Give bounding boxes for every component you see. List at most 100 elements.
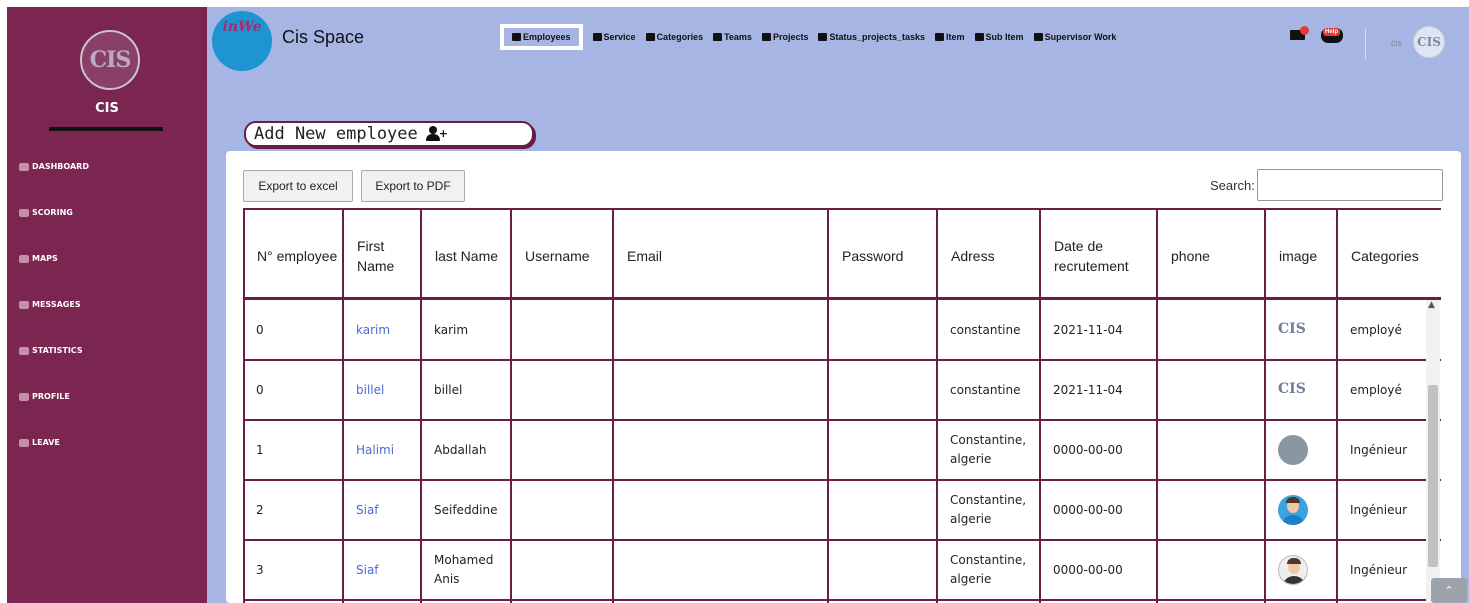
cell-date: 0000-00-00 — [1053, 502, 1123, 517]
table-row: 0 billel billel constantine 2021-11-04 CIS emp… — [243, 361, 1441, 421]
nav-label: Supervisor Work — [1044, 32, 1117, 42]
cell-username — [511, 481, 613, 539]
cell-phone — [1157, 481, 1265, 539]
cell-num: 0 — [256, 382, 264, 397]
cell-date: 0000-00-00 — [1053, 562, 1123, 577]
messages-icon[interactable] — [1290, 26, 1309, 40]
cell-adress: Constantine, algerie — [950, 553, 1027, 586]
cell-date: 2021-11-04 — [1053, 322, 1123, 337]
nav-label: Projects — [772, 32, 809, 42]
export-pdf-button[interactable]: Export to PDF — [361, 170, 465, 202]
col-header-email[interactable]: Email — [613, 210, 828, 302]
cis-logo-image: CIS — [1278, 381, 1306, 398]
sidebar-item-statistics[interactable]: STATISTICS — [19, 346, 83, 355]
cell-num: 3 — [256, 562, 264, 577]
help-label: Help — [1323, 28, 1341, 36]
nav-label: Categories — [656, 32, 704, 42]
nav-status-projects-tasks[interactable]: Status_projects_tasks — [818, 32, 925, 42]
cell-password — [828, 421, 937, 479]
nav-sub-item[interactable]: Sub Item — [974, 32, 1024, 42]
avatar-image — [1278, 555, 1308, 585]
cell-first[interactable]: Siaf — [343, 541, 421, 599]
nav-label: Service — [603, 32, 636, 42]
col-header-last-name[interactable]: last Name — [421, 210, 511, 302]
cell-email — [613, 541, 828, 599]
cell-phone — [1157, 301, 1265, 359]
nav-teams[interactable]: Teams — [713, 32, 752, 42]
add-employee-button[interactable]: Add New employee + — [244, 121, 534, 147]
employee-photo — [1278, 435, 1308, 465]
col-header-adress[interactable]: Adress — [937, 210, 1040, 302]
col-header-date[interactable]: Date de recrutement — [1040, 210, 1157, 302]
nav-supervisor-work[interactable]: Supervisor Work — [1033, 32, 1117, 42]
cell-last: Mohamed Anis — [434, 553, 494, 586]
leave-icon — [19, 438, 29, 447]
map-icon — [19, 254, 29, 263]
export-excel-button[interactable]: Export to excel — [243, 170, 353, 202]
scroll-to-top-button[interactable]: ⌃ — [1431, 578, 1467, 603]
scrollbar-thumb[interactable] — [1428, 385, 1438, 567]
avatar-image — [1278, 495, 1308, 525]
sidebar: CIS CIS DASHBOARD SCORING MAPS MESSAGES … — [7, 7, 207, 603]
sidebar-item-leave[interactable]: LEAVE — [19, 438, 60, 447]
cell-username — [511, 541, 613, 599]
col-header-categories[interactable]: Categories — [1337, 210, 1441, 302]
user-icon — [1033, 33, 1043, 41]
search-input[interactable] — [1257, 169, 1443, 201]
cell-username — [511, 361, 613, 419]
nav-service[interactable]: Service — [592, 32, 636, 42]
sidebar-item-messages[interactable]: MESSAGES — [19, 300, 81, 309]
cell-phone — [1157, 421, 1265, 479]
nav-categories[interactable]: Categories — [645, 32, 704, 42]
col-header-username[interactable]: Username — [511, 210, 613, 302]
checklist-icon — [935, 33, 945, 41]
col-header-phone[interactable]: phone — [1157, 210, 1265, 302]
col-header-first-name[interactable]: First Name — [343, 210, 421, 302]
cell-date: 0000-00-00 — [1053, 442, 1123, 457]
sidebar-divider — [49, 127, 163, 131]
sidebar-item-maps[interactable]: MAPS — [19, 254, 58, 263]
cell-adress: Constantine, algerie — [950, 493, 1027, 526]
table-header: N° employee First Name last Name Usernam… — [243, 208, 1441, 300]
user-name[interactable]: cis — [1391, 38, 1402, 48]
cell-adress: constantine — [950, 382, 1021, 397]
col-header-password[interactable]: Password — [828, 210, 937, 302]
cell-num: 0 — [256, 322, 264, 337]
nav-employees[interactable]: Employees — [500, 24, 583, 50]
cell-last: billel — [434, 382, 463, 397]
chart-icon — [19, 346, 29, 355]
scroll-up-icon[interactable]: ▲ — [1428, 300, 1435, 310]
help-icon[interactable]: Help — [1321, 28, 1343, 43]
sidebar-item-label: LEAVE — [32, 438, 60, 447]
col-header-image[interactable]: image — [1265, 210, 1337, 302]
nav-projects[interactable]: Projects — [761, 32, 809, 42]
nav-item[interactable]: Item — [935, 32, 965, 42]
cell-num: 1 — [256, 442, 264, 457]
nav-label: Status_projects_tasks — [829, 32, 926, 42]
add-employee-label: Add New employee — [254, 124, 418, 144]
cell-adress: Constantine, algerie — [950, 433, 1027, 466]
cell-first[interactable]: karim — [343, 301, 421, 359]
col-header-num[interactable]: N° employee — [243, 210, 343, 302]
sidebar-item-dashboard[interactable]: DASHBOARD — [19, 162, 89, 171]
cell-image — [1265, 481, 1337, 539]
cell-email — [613, 421, 828, 479]
brand-logo[interactable]: inWe — [212, 11, 272, 71]
cell-first[interactable]: billel — [343, 361, 421, 419]
cell-image — [1265, 421, 1337, 479]
cell-date: 2021-11-04 — [1053, 382, 1123, 397]
cell-phone — [1157, 541, 1265, 599]
cell-adress: constantine — [950, 322, 1021, 337]
header-divider — [1365, 28, 1366, 60]
dashboard-icon — [19, 162, 29, 171]
cell-num: 2 — [256, 502, 264, 517]
cell-password — [828, 541, 937, 599]
sidebar-item-profile[interactable]: PROFILE — [19, 392, 70, 401]
cell-first[interactable]: Siaf — [343, 481, 421, 539]
user-avatar[interactable]: CIS — [1413, 26, 1445, 58]
top-nav: Employees Service Categories Teams Proje… — [500, 24, 1116, 50]
sidebar-item-scoring[interactable]: SCORING — [19, 208, 73, 217]
sidebar-title: CIS — [95, 101, 119, 116]
cell-first[interactable]: Halimi — [343, 421, 421, 479]
brand-name[interactable]: Cis Space — [282, 27, 364, 48]
